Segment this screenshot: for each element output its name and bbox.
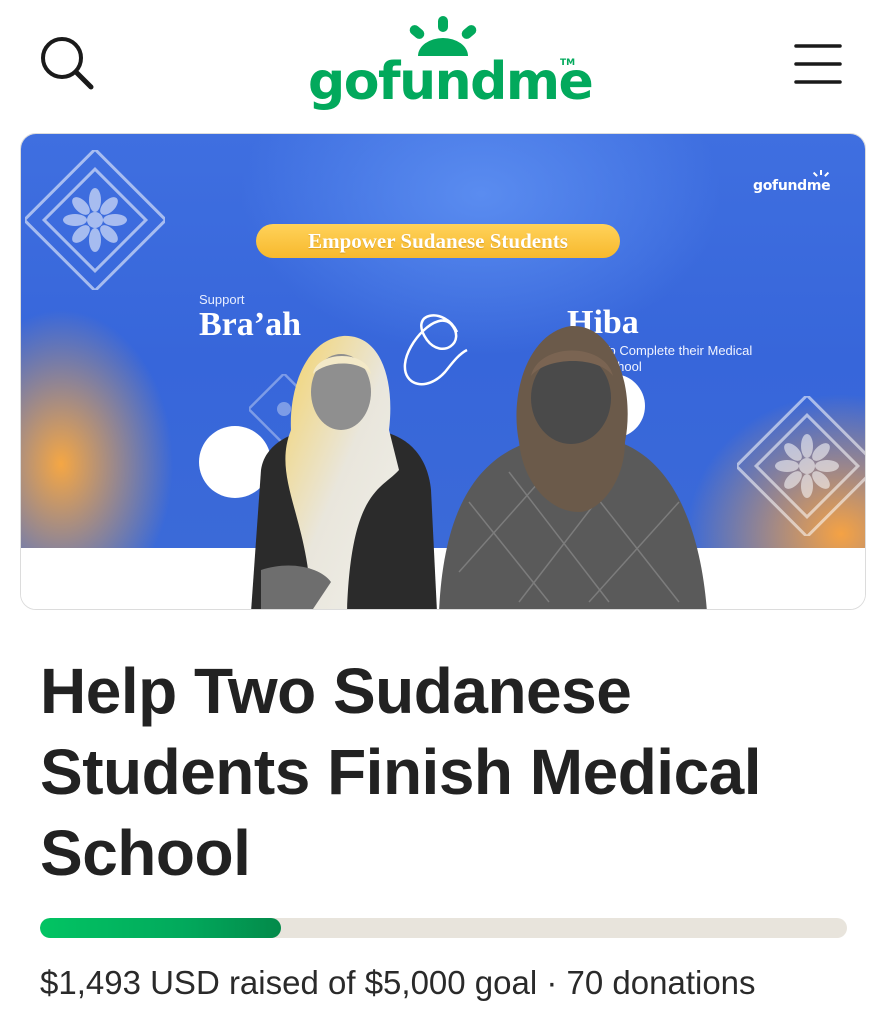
fundraising-stats: $1,493 USD raised of $5,000 goal · 70 do… [40, 962, 886, 1004]
cover-brand-text: gofundme [753, 178, 831, 194]
stats-separator: · [546, 964, 558, 1001]
fundraising-progress-bar [40, 918, 847, 938]
student-portrait-right [439, 325, 707, 609]
main-menu-button[interactable] [788, 38, 848, 90]
campaign-title: Help Two Sudanese Students Finish Medica… [40, 655, 762, 889]
logo-sun-rays-icon [812, 170, 830, 177]
trademark-symbol: TM [560, 58, 576, 68]
search-icon [41, 37, 94, 90]
floral-pattern-icon [737, 396, 865, 536]
amount-raised: $1,493 USD raised [40, 964, 319, 1001]
goal-amount: of $5,000 goal [328, 964, 538, 1001]
hamburger-menu-icon [794, 44, 842, 84]
logo-wordmark: gofundme [308, 52, 594, 112]
student-portrait-left [251, 335, 437, 609]
cover-banner: Empower Sudanese Students [256, 224, 620, 258]
progress-bar-fill [40, 918, 281, 938]
campaign-cover-image[interactable]: gofundme Empower Sudanese Students Suppo… [20, 133, 866, 610]
top-navigation-bar: gofundme TM [0, 0, 886, 122]
floral-pattern-icon [25, 150, 165, 290]
donation-count[interactable]: 70 donations [567, 964, 756, 1001]
gofundme-logo[interactable]: gofundme TM [308, 14, 594, 114]
search-button[interactable] [36, 32, 100, 96]
cover-support-label: Support [199, 292, 245, 307]
